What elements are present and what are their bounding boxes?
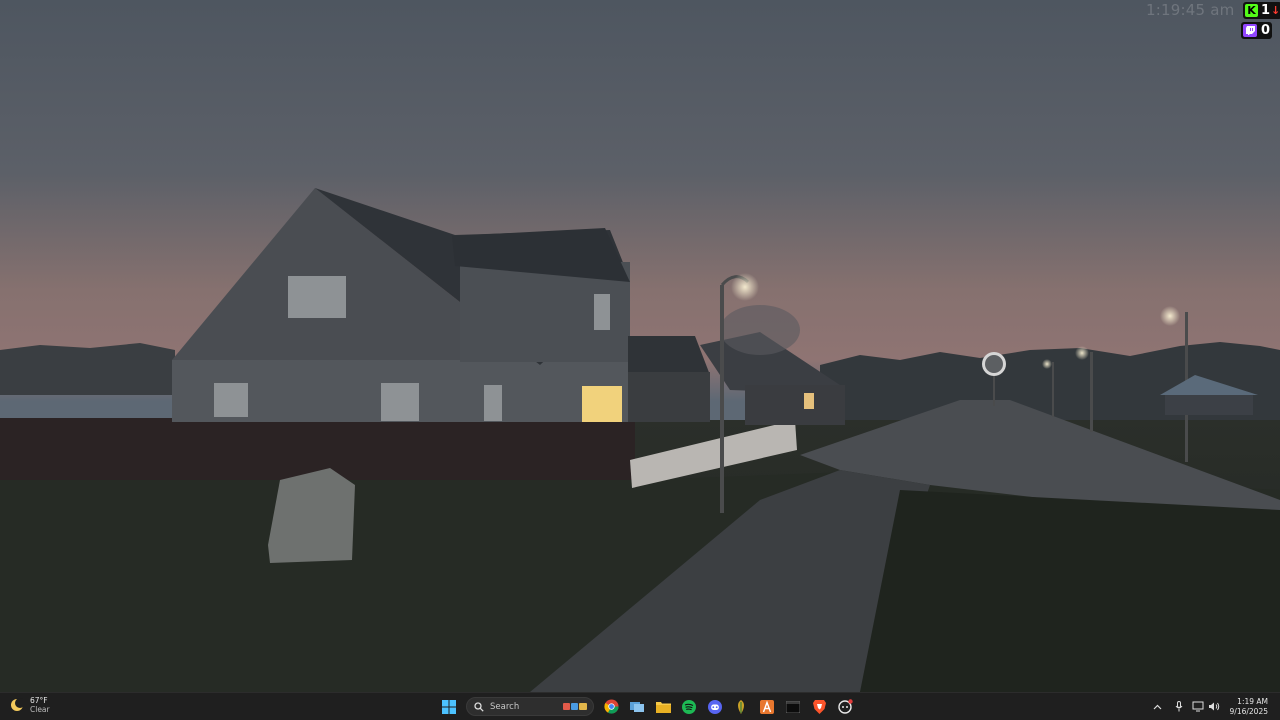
twitch-count: 0	[1261, 23, 1271, 38]
discord-button[interactable]	[705, 697, 725, 717]
search-icon	[474, 701, 484, 712]
twitch-icon	[1243, 24, 1257, 37]
weather-temp: 67°F	[30, 696, 48, 705]
brave-lion-icon	[812, 700, 826, 714]
a-app-button[interactable]	[757, 697, 777, 717]
spotify-icon	[682, 699, 696, 714]
microphone-icon[interactable]	[1172, 700, 1186, 714]
discord-icon	[708, 699, 722, 714]
task-view-button[interactable]	[627, 697, 647, 717]
a-app-icon	[760, 699, 774, 714]
terminal-icon	[786, 700, 800, 713]
terminal-button[interactable]	[783, 697, 803, 717]
desktop-wallpaper	[0, 0, 1280, 692]
folder-icon	[655, 701, 671, 713]
windows-logo-icon	[442, 699, 456, 714]
taskbar-date: 9/16/2025	[1229, 706, 1268, 716]
overlay-clock: 1:19:45 am	[1146, 1, 1235, 19]
leaf-icon	[738, 699, 744, 714]
weather-widget[interactable]: 67°F Clear	[10, 696, 50, 714]
taskbar-apps: Search	[436, 693, 858, 720]
task-view-icon	[629, 702, 644, 712]
file-explorer-button[interactable]	[653, 697, 673, 717]
start-button[interactable]	[439, 697, 459, 717]
network-icon[interactable]	[1191, 700, 1205, 714]
moon-icon	[11, 698, 24, 711]
search-highlight-icon	[563, 703, 587, 710]
chrome-icon	[603, 699, 619, 714]
volume-icon[interactable]	[1207, 700, 1221, 714]
brave-button[interactable]	[809, 697, 829, 717]
leaf-app-button[interactable]	[731, 697, 751, 717]
weather-condition: Clear	[30, 705, 50, 714]
search-box[interactable]: Search	[466, 697, 594, 716]
twitch-badge[interactable]: 0	[1241, 22, 1273, 39]
kick-icon: K	[1245, 4, 1258, 17]
spotify-button[interactable]	[679, 697, 699, 717]
system-tray: 1:19 AM 9/16/2025	[1150, 693, 1280, 720]
arrow-down-icon: ↓	[1271, 4, 1280, 17]
search-placeholder: Search	[490, 701, 520, 712]
bot-icon	[837, 699, 853, 714]
bot-app-button[interactable]	[835, 697, 855, 717]
taskbar-time: 1:19 AM	[1237, 696, 1268, 706]
kick-count: 1	[1261, 3, 1271, 18]
taskbar-clock[interactable]: 1:19 AM 9/16/2025	[1230, 697, 1268, 717]
taskbar: 67°F Clear Search 1:19 AM 9/16/2025	[0, 692, 1280, 720]
chevron-up-icon[interactable]	[1151, 700, 1165, 714]
kick-badge[interactable]: K 1 ↓	[1243, 2, 1280, 19]
chrome-button[interactable]	[601, 697, 621, 717]
